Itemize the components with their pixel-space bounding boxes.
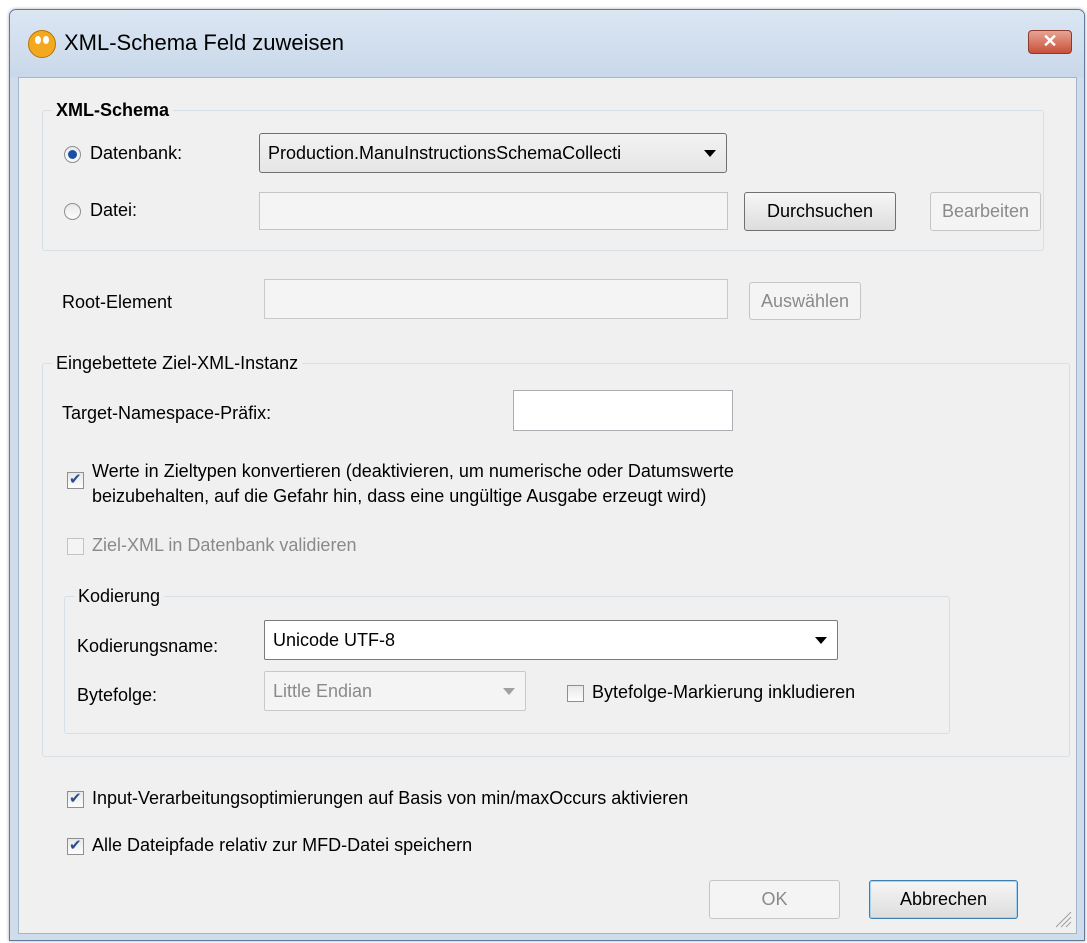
byte-order-label: Bytefolge: xyxy=(77,685,158,705)
browse-button[interactable]: Durchsuchen xyxy=(744,192,896,231)
title-bar[interactable]: XML-Schema Feld zuweisen ✕ xyxy=(10,10,1084,77)
embedded-instance-legend: Eingebettete Ziel-XML-Instanz xyxy=(52,353,303,374)
relative-paths-checkbox[interactable] xyxy=(67,836,84,855)
file-radio[interactable] xyxy=(64,203,81,220)
validate-xml-checkbox[interactable] xyxy=(67,538,84,555)
encoding-group xyxy=(64,596,950,734)
bom-label[interactable]: Bytefolge-Markierung inkludieren xyxy=(592,682,855,703)
encoding-name-value: Unicode UTF-8 xyxy=(273,630,396,650)
app-icon xyxy=(28,30,56,58)
bom-checkbox[interactable] xyxy=(567,685,584,702)
edit-button[interactable]: Bearbeiten xyxy=(930,192,1041,231)
cancel-button[interactable]: Abbrechen xyxy=(869,880,1018,919)
convert-types-label-line2[interactable]: beizubehalten, auf die Gefahr hin, dass … xyxy=(92,486,706,507)
optimize-checkbox[interactable] xyxy=(67,789,84,808)
resize-grip-icon[interactable] xyxy=(1052,908,1072,928)
byte-order-select[interactable]: Little Endian xyxy=(264,671,526,711)
namespace-prefix-input[interactable] xyxy=(513,390,733,431)
ok-button[interactable]: OK xyxy=(709,880,840,919)
window-title: XML-Schema Feld zuweisen xyxy=(64,30,345,55)
database-radio[interactable] xyxy=(64,146,81,163)
chevron-down-icon xyxy=(503,688,515,695)
close-icon[interactable]: ✕ xyxy=(1042,31,1057,51)
file-input[interactable] xyxy=(259,192,728,230)
encoding-name-select[interactable]: Unicode UTF-8 xyxy=(264,620,838,660)
close-button[interactable]: ✕ xyxy=(1028,30,1072,54)
root-element-label: Root-Element xyxy=(62,292,173,312)
dialog-body: XML-Schema Datenbank: Production.ManuIns… xyxy=(18,77,1077,934)
namespace-prefix-label: Target-Namespace-Präfix: xyxy=(62,403,272,423)
relative-paths-label[interactable]: Alle Dateipfade relativ zur MFD-Datei sp… xyxy=(92,835,472,856)
convert-types-checkbox[interactable] xyxy=(67,470,84,489)
file-label[interactable]: Datei: xyxy=(90,200,137,221)
root-element-input[interactable] xyxy=(264,279,728,319)
database-select[interactable]: Production.ManuInstructionsSchemaCollect… xyxy=(259,133,727,173)
encoding-name-label: Kodierungsname: xyxy=(77,636,219,656)
convert-types-label-line1[interactable]: Werte in Zieltypen konvertieren (deaktiv… xyxy=(92,461,734,482)
xml-schema-legend: XML-Schema xyxy=(52,100,174,121)
optimize-label[interactable]: Input-Verarbeitungsoptimierungen auf Bas… xyxy=(92,788,688,809)
chevron-down-icon xyxy=(704,150,716,157)
byte-order-value: Little Endian xyxy=(273,681,373,701)
validate-xml-label[interactable]: Ziel-XML in Datenbank validieren xyxy=(92,535,356,556)
database-select-value: Production.ManuInstructionsSchemaCollect… xyxy=(268,143,622,163)
database-label[interactable]: Datenbank: xyxy=(90,143,182,164)
dialog-window: XML-Schema Feld zuweisen ✕ XML-Schema Da… xyxy=(9,9,1085,941)
chevron-down-icon xyxy=(815,637,827,644)
encoding-legend: Kodierung xyxy=(74,586,165,607)
select-root-button[interactable]: Auswählen xyxy=(749,282,861,320)
